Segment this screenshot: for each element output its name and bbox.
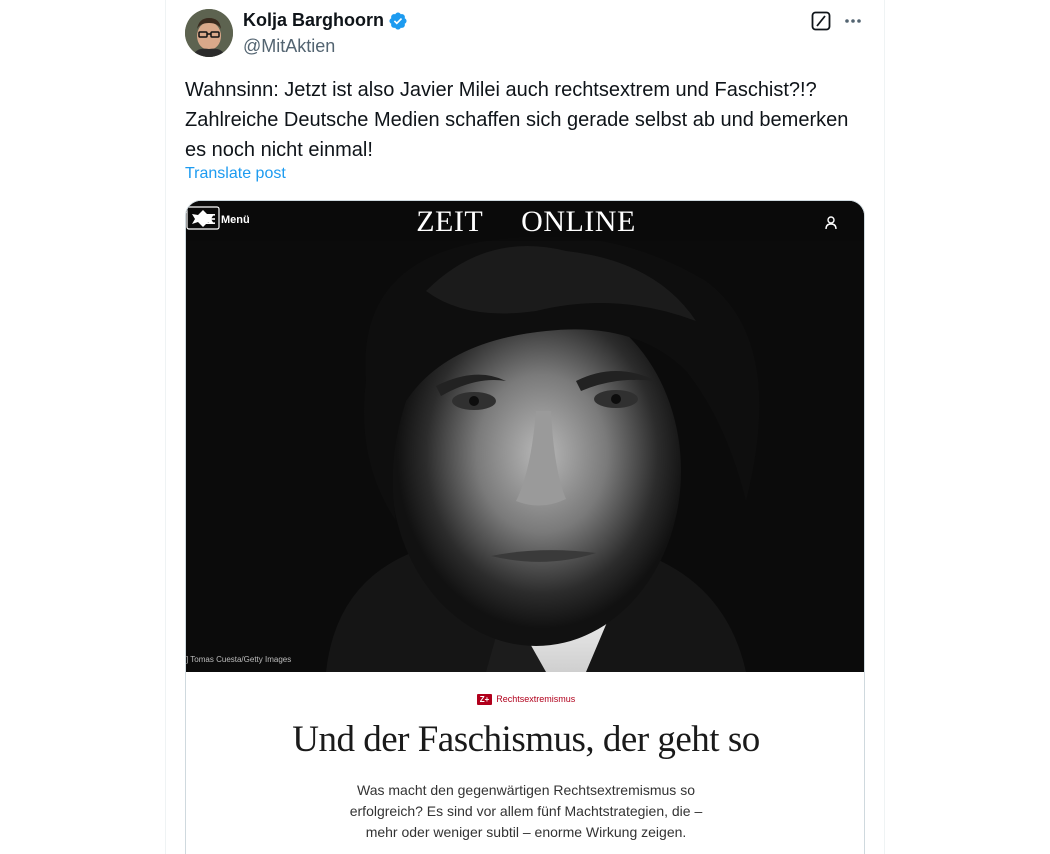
zeit-online-logo: ZEIT ONLINE [186,205,864,239]
user-account-icon [824,215,838,231]
photo-credit: ] Tomas Cuesta/Getty Images [186,655,292,664]
article-photo: Menü ZEIT ONLINE ] Tomas Cuesta/Getty Ima… [186,201,864,672]
more-options-icon[interactable] [843,11,863,31]
article-kicker: Z+ Rechtsextremismus [186,694,864,705]
avatar[interactable] [185,9,233,57]
logo-online: ONLINE [521,205,636,238]
article-teaser: Z+ Rechtsextremismus Und der Faschismus, … [186,672,864,854]
handle[interactable]: @MitAktien [243,36,335,57]
post-text: Wahnsinn: Jetzt ist also Javier Milei au… [185,79,849,161]
logo-zeit: ZEIT [416,205,484,238]
translate-post-link[interactable]: Translate post [185,165,286,183]
timeline-border-right [884,0,885,854]
media-card[interactable]: Menü ZEIT ONLINE ] Tomas Cuesta/Getty Ima… [185,200,865,854]
zplus-badge: Z+ [476,694,493,705]
timeline-border-left [165,0,166,854]
article-teaser-text: Was macht den gegenwärtigen Rechtsextrem… [349,782,703,840]
article-headline: Und der Faschismus, der geht so [292,719,760,760]
verified-badge-icon[interactable] [388,11,408,31]
author-row: Kolja Barghoorn [243,10,408,31]
display-name[interactable]: Kolja Barghoorn [243,10,384,31]
eagle-emblem-icon [186,206,519,235]
grok-icon[interactable] [811,11,831,31]
kicker-label: Rechtsextremismus [496,694,576,704]
